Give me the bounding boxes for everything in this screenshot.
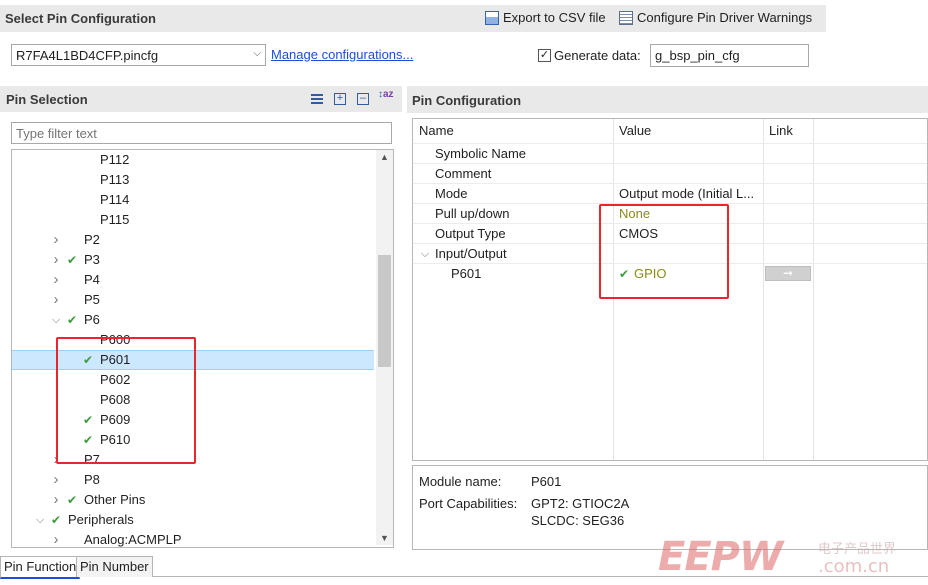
chevron-right-icon[interactable]: › [50, 230, 62, 250]
list-view-icon[interactable] [311, 94, 323, 105]
check-icon: ✔ [50, 513, 62, 527]
config-row-name: Output Type [435, 226, 506, 241]
tree-item-p6[interactable]: ⌵ ✔ P6 [12, 310, 374, 330]
scroll-down-icon[interactable]: ▼ [376, 533, 393, 543]
tree-item-label: P112 [100, 152, 130, 167]
sort-az-icon[interactable]: ↕az [378, 90, 394, 100]
config-row-name: Pull up/down [435, 206, 510, 221]
column-header-value[interactable]: Value [619, 123, 651, 138]
pin-config-title: Pin Configuration [412, 93, 522, 108]
watermark-logo: EEPW 电子产品世界 .com.cn [658, 534, 926, 580]
collapse-all-icon[interactable]: – [357, 93, 369, 105]
tree-item-label: P115 [100, 212, 130, 227]
port-capabilities-label: Port Capabilities: [419, 496, 518, 511]
tree-item-label: Analog:ACMPLP [84, 532, 182, 547]
tree-item-p4[interactable]: › P4 [12, 270, 374, 290]
config-row-name: Comment [435, 166, 492, 181]
tab-pin-number[interactable]: Pin Number [76, 556, 153, 577]
warnings-config-icon [619, 10, 633, 25]
header-title: Select Pin Configuration [5, 11, 156, 26]
watermark-brand: EEPW [658, 534, 783, 580]
tree-item-p8[interactable]: › P8 [12, 470, 374, 490]
generate-data-label: Generate data: [554, 48, 641, 63]
tree-item-label: P2 [84, 232, 100, 247]
check-icon: ✔ [66, 253, 78, 267]
tree-item-peripherals[interactable]: ⌵ ✔ Peripherals [12, 510, 374, 530]
check-icon: ✔ [66, 493, 78, 507]
tree-item-label: P4 [84, 272, 100, 287]
tree-item-analog-acmplp[interactable]: › Analog:ACMPLP [12, 530, 374, 547]
port-capability: GPT2: GTIOC2A [531, 496, 630, 511]
config-row-name: Symbolic Name [435, 146, 527, 161]
configure-warnings-label: Configure Pin Driver Warnings [637, 10, 813, 25]
config-select[interactable]: R7FA4L1BD4CFP.pincfg ⌵ [11, 44, 266, 66]
annotation-box-values [599, 204, 729, 299]
tree-item-other-pins[interactable]: › ✔ Other Pins [12, 490, 374, 510]
filter-input[interactable] [11, 122, 392, 144]
chevron-right-icon[interactable]: › [50, 470, 62, 490]
annotation-box-pins [56, 337, 196, 464]
watermark-cn: 电子产品世界 [818, 542, 897, 557]
config-row[interactable]: Mode Output mode (Initial L... [413, 183, 927, 204]
config-row-name: Input/Output [435, 246, 507, 261]
tree-item-p5[interactable]: › P5 [12, 290, 374, 310]
config-row-name: Mode [435, 186, 468, 201]
column-header-link[interactable]: Link [769, 123, 793, 138]
chevron-right-icon[interactable]: › [50, 290, 62, 310]
tree-item-p114[interactable]: P114 [12, 190, 374, 210]
export-csv-label: Export to CSV file [503, 10, 606, 25]
scroll-up-icon[interactable]: ▲ [376, 152, 393, 162]
config-row[interactable]: Symbolic Name [413, 143, 927, 164]
tree-item-label: Peripherals [68, 512, 134, 527]
chevron-right-icon[interactable]: › [50, 250, 62, 270]
config-row-value[interactable]: Output mode (Initial L... [619, 184, 754, 204]
column-header-name[interactable]: Name [419, 123, 454, 138]
config-select-value: R7FA4L1BD4CFP.pincfg [16, 48, 159, 63]
tree-item-label: P113 [100, 172, 130, 187]
tree-item-p3[interactable]: › ✔ P3 [12, 250, 374, 270]
tree-item-label: P114 [100, 192, 130, 207]
manage-configurations-link[interactable]: Manage configurations... [271, 47, 413, 62]
tree-item-p115[interactable]: P115 [12, 210, 374, 230]
link-arrow-button[interactable]: ➞ [765, 266, 811, 281]
generate-data-input[interactable] [650, 44, 809, 67]
chevron-right-icon[interactable]: › [50, 270, 62, 290]
configure-warnings-button[interactable]: Configure Pin Driver Warnings [619, 10, 812, 25]
chevron-down-icon: ⌵ [253, 48, 261, 59]
config-row-name: P601 [451, 266, 482, 281]
tree-scrollbar[interactable]: ▲ ▼ [376, 150, 393, 545]
tree-item-label: Other Pins [84, 492, 146, 507]
pin-selection-title: Pin Selection [6, 92, 88, 107]
chevron-down-icon[interactable]: ⌵ [34, 510, 46, 530]
module-name-label: Module name: [419, 474, 502, 489]
tree-item-label: P3 [84, 252, 100, 267]
generate-data-checkbox[interactable]: ✓ [538, 49, 551, 62]
chevron-down-icon[interactable]: ⌵ [50, 310, 62, 330]
tree-item-label: P6 [84, 312, 100, 327]
export-csv-icon [485, 10, 499, 25]
tab-pin-function[interactable]: Pin Function [0, 556, 81, 579]
config-rows: Symbolic Name Comment Mode Output mode (Ini… [413, 143, 927, 460]
chevron-right-icon[interactable]: › [50, 530, 62, 547]
module-name-value: P601 [531, 474, 562, 489]
tree-item-label: P8 [84, 472, 100, 487]
expand-all-icon[interactable]: + [334, 93, 346, 105]
tree-item-p2[interactable]: › P2 [12, 230, 374, 250]
scroll-thumb[interactable] [378, 255, 391, 367]
tree-item-p112[interactable]: P112 [12, 150, 374, 170]
chevron-right-icon[interactable]: › [50, 490, 62, 510]
chevron-down-icon[interactable]: ⌵ [419, 244, 431, 264]
config-row[interactable]: Comment [413, 163, 927, 184]
port-capability: SLCDC: SEG36 [531, 513, 625, 528]
check-icon: ✔ [66, 313, 78, 327]
tree-item-p113[interactable]: P113 [12, 170, 374, 190]
tree-item-label: P5 [84, 292, 100, 307]
watermark-site: .com.cn [818, 556, 890, 577]
export-csv-button[interactable]: Export to CSV file [485, 10, 606, 25]
